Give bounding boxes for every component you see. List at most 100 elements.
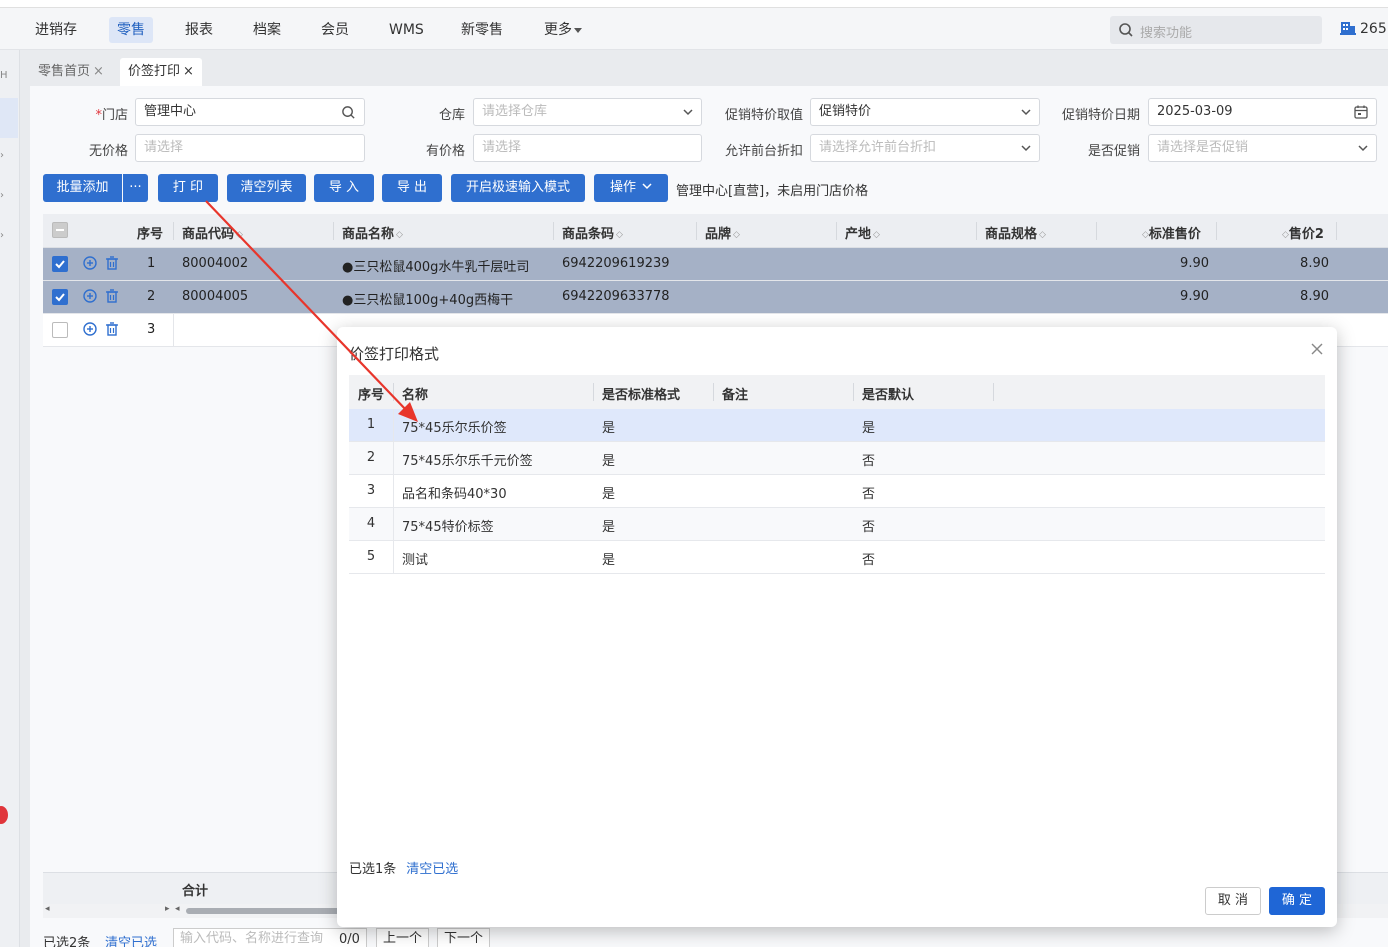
trash-icon[interactable] <box>105 256 119 270</box>
tab-price-tag-print[interactable]: 价签打印 × <box>120 58 202 86</box>
warehouse-select[interactable]: 请选择仓库 <box>473 98 702 126</box>
col-brand[interactable]: 品牌 ◇ <box>705 223 740 242</box>
clear-list-button[interactable]: 清空列表 <box>227 174 306 202</box>
user-info[interactable]: 265 <box>1340 21 1387 37</box>
close-icon[interactable]: × <box>93 64 104 79</box>
next-button[interactable]: 下一个 <box>437 928 491 947</box>
batch-add-button[interactable]: 批量添加 <box>43 174 122 202</box>
nav-item-new-retail[interactable]: 新零售 <box>453 17 511 43</box>
store-input[interactable]: 管理中心 <box>135 98 365 126</box>
nav-item-reports[interactable]: 报表 <box>177 17 221 43</box>
sum-label: 合计 <box>182 884 209 899</box>
close-icon[interactable]: × <box>183 64 194 79</box>
print-button[interactable]: 打 印 <box>158 174 218 202</box>
is-promo-select[interactable]: 请选择是否促销 <box>1148 134 1377 162</box>
col-spec[interactable]: 商品规格 ◇ <box>985 223 1046 242</box>
format-standard: 是 <box>602 520 616 535</box>
column-separator <box>593 383 594 401</box>
column-separator <box>853 383 854 401</box>
format-row[interactable]: 1 75*45乐尔乐价签 是 是 <box>349 409 1325 442</box>
batch-add-more-button[interactable]: ··· <box>123 174 148 202</box>
prev-button[interactable]: 上一个 <box>376 928 430 947</box>
col-name[interactable]: 商品名称 ◇ <box>342 223 403 242</box>
grid-search-input[interactable]: 输入代码、名称进行查询 <box>173 928 367 947</box>
notification-dot[interactable] <box>0 806 8 824</box>
export-button[interactable]: 导 出 <box>382 174 442 202</box>
format-row[interactable]: 5 测试 是 否 <box>349 541 1325 574</box>
scroll-right-icon[interactable]: ▸ <box>165 904 170 914</box>
row-checkbox[interactable] <box>52 289 68 305</box>
tab-retail-home[interactable]: 零售首页 × <box>30 58 112 86</box>
col-std-price[interactable]: ◇标准售价 <box>1140 223 1201 242</box>
table-row[interactable]: 1 80004002 ●三只松鼠400g水牛乳千层吐司 694220961923… <box>43 248 1388 281</box>
add-circle-icon[interactable] <box>83 256 97 270</box>
no-price-select[interactable]: 请选择 <box>135 134 365 162</box>
col-origin[interactable]: 产地 ◇ <box>845 223 880 242</box>
chevron-down-icon <box>683 109 693 116</box>
sort-icon[interactable]: ◇ <box>1282 230 1289 240</box>
dialog-clear-selected-link[interactable]: 清空已选 <box>406 862 458 877</box>
nav-item-more[interactable]: 更多 <box>536 17 590 43</box>
store-price-info: 管理中心[直营]，未启用门店价格 <box>676 184 869 199</box>
sort-icon[interactable]: ◇ <box>733 230 740 240</box>
promo-value-select[interactable]: 促销特价 <box>810 98 1040 126</box>
trash-icon[interactable] <box>105 322 119 336</box>
user-code: 265 <box>1360 21 1387 37</box>
fast-input-button[interactable]: 开启极速输入模式 <box>451 174 585 202</box>
sidebar-chevron-icon[interactable]: › <box>0 190 4 201</box>
scroll-left-icon[interactable]: ◂ <box>45 904 50 914</box>
function-search[interactable]: 搜索功能 <box>1110 16 1322 44</box>
search-icon[interactable] <box>341 105 356 120</box>
sidebar-chevron-icon[interactable]: › <box>0 230 4 241</box>
row-price2: 8.90 <box>1300 289 1329 304</box>
add-circle-icon[interactable] <box>83 289 97 303</box>
table-row[interactable]: 2 80004005 ●三只松鼠100g+40g西梅干 694220963377… <box>43 281 1388 314</box>
nav-more-label: 更多 <box>544 22 572 38</box>
confirm-button[interactable]: 确 定 <box>1269 887 1325 915</box>
row-checkbox[interactable] <box>52 322 68 338</box>
promo-date-picker[interactable]: 2025-03-09 <box>1148 98 1377 126</box>
sort-icon[interactable]: ◇ <box>236 230 243 240</box>
nav-item-member[interactable]: 会员 <box>313 17 357 43</box>
sort-icon[interactable]: ◇ <box>873 230 880 240</box>
col-remark: 备注 <box>722 388 749 403</box>
import-button[interactable]: 导 入 <box>314 174 374 202</box>
calendar-icon[interactable] <box>1354 105 1368 119</box>
nav-item-archive[interactable]: 档案 <box>245 17 289 43</box>
clear-selected-link[interactable]: 清空已选 <box>105 932 157 947</box>
cancel-button[interactable]: 取 消 <box>1205 887 1261 915</box>
column-separator <box>173 222 174 240</box>
nav-item-wms[interactable]: WMS <box>381 17 432 43</box>
col-price2[interactable]: ◇售价2 <box>1280 223 1324 242</box>
allow-discount-select[interactable]: 请选择允许前台折扣 <box>810 134 1040 162</box>
col-code[interactable]: 商品代码 ◇ <box>182 223 243 242</box>
sort-icon[interactable]: ◇ <box>1039 230 1046 240</box>
add-circle-icon[interactable] <box>83 322 97 336</box>
operation-button[interactable]: 操作 <box>594 174 668 202</box>
column-separator <box>713 383 714 401</box>
row-std-price: 9.90 <box>1180 289 1209 304</box>
nav-item-jxc[interactable]: 进销存 <box>27 17 85 43</box>
scroll-left-icon[interactable]: ◂ <box>175 904 180 914</box>
close-icon[interactable] <box>1309 341 1325 357</box>
sort-icon[interactable]: ◇ <box>396 230 403 240</box>
sort-icon[interactable]: ◇ <box>616 230 623 240</box>
tab-price-tag-print-label: 价签打印 <box>128 64 181 79</box>
promo-value: 促销特价 <box>819 104 872 119</box>
sidebar-mark: H <box>0 70 8 81</box>
format-row[interactable]: 3 品名和条码40*30 是 否 <box>349 475 1325 508</box>
trash-icon[interactable] <box>105 289 119 303</box>
chevron-down-icon <box>1021 145 1031 152</box>
left-sidebar: H › › › <box>0 50 20 947</box>
format-row[interactable]: 2 75*45乐尔乐千元价签 是 否 <box>349 442 1325 475</box>
sort-icon[interactable]: ◇ <box>1142 230 1149 240</box>
sidebar-selected-item[interactable] <box>0 98 18 138</box>
col-barcode[interactable]: 商品条码 ◇ <box>562 223 623 242</box>
has-price-select[interactable]: 请选择 <box>473 134 702 162</box>
col-code-label: 商品代码 <box>182 227 235 242</box>
nav-item-retail[interactable]: 零售 <box>109 17 153 43</box>
format-row[interactable]: 4 75*45特价标签 是 否 <box>349 508 1325 541</box>
sidebar-chevron-icon[interactable]: › <box>0 150 4 161</box>
select-all-checkbox[interactable] <box>52 222 68 238</box>
row-checkbox[interactable] <box>52 256 68 272</box>
